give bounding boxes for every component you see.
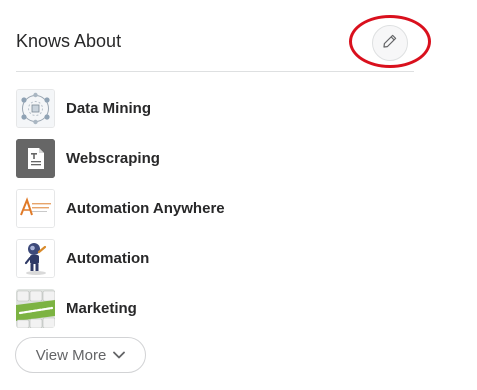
view-more-label: View More xyxy=(35,346,107,364)
topic-item-automation-anywhere[interactable]: Automation Anywhere xyxy=(16,188,225,228)
chevron-down-icon xyxy=(113,351,126,359)
divider xyxy=(16,71,414,72)
section-title: Knows About xyxy=(16,31,122,51)
pencil-icon xyxy=(381,32,399,55)
robot-thumbnail xyxy=(16,238,55,278)
topic-item-automation[interactable]: Automation xyxy=(16,238,149,278)
edit-button[interactable] xyxy=(372,25,408,61)
knows-about-header: Knows About xyxy=(16,22,414,64)
keyboard-marketing-thumbnail xyxy=(16,288,55,328)
topic-label: Automation xyxy=(66,249,150,267)
topic-label: Automation Anywhere xyxy=(66,199,225,217)
view-more-button[interactable]: View More xyxy=(15,337,146,373)
topic-label: Webscraping xyxy=(66,149,160,167)
topic-label: Data Mining xyxy=(66,99,151,117)
automation-anywhere-logo xyxy=(16,188,55,228)
topic-label: Marketing xyxy=(66,299,137,317)
data-mining-thumbnail xyxy=(16,88,55,128)
topic-item-data-mining[interactable]: Data Mining xyxy=(16,88,151,128)
topic-item-marketing[interactable]: Marketing xyxy=(16,288,137,328)
document-thumbnail xyxy=(16,138,55,178)
topic-item-webscraping[interactable]: Webscraping xyxy=(16,138,160,178)
